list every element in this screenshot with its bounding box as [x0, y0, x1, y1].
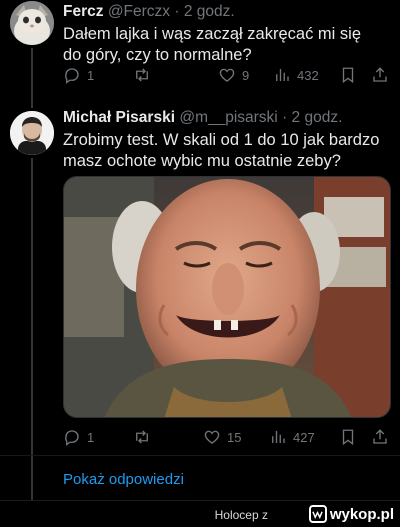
tweet[interactable]: Michał Pisarski @m__pisarski · 2 godz. Z…	[0, 100, 400, 527]
user-avatar[interactable]	[10, 111, 54, 155]
retweet-button[interactable]	[133, 426, 157, 448]
divider	[0, 455, 400, 456]
reply-count: 1	[87, 429, 95, 445]
views-count: 427	[293, 429, 315, 445]
reply-button[interactable]: 1	[63, 426, 94, 448]
author-name[interactable]: Fercz	[63, 3, 104, 20]
tweet-actions: 1 9 432	[63, 64, 393, 86]
author-handle[interactable]: @Ferczx	[108, 3, 170, 20]
retweet-icon	[136, 68, 148, 82]
views-icon	[276, 69, 289, 81]
share-icon	[373, 67, 387, 82]
bookmark-icon	[342, 429, 354, 446]
wykop-brand: wykop.pl	[329, 505, 394, 523]
watermark-separator: z	[262, 508, 268, 522]
thread-line	[31, 48, 33, 108]
smiling-man-photo-icon	[64, 177, 390, 417]
wykop-logo-icon	[308, 505, 327, 523]
retweet-button[interactable]	[133, 64, 157, 86]
tweet-text: Zrobimy test. W skali od 1 do 10 jak bar…	[63, 131, 380, 170]
bookmark-button[interactable]	[339, 64, 357, 86]
author-name[interactable]: Michał Pisarski	[63, 109, 175, 126]
share-icon	[373, 429, 387, 444]
bookmark-button[interactable]	[339, 426, 357, 448]
views-button[interactable]: 427	[269, 426, 315, 448]
tweet-header: Michał Pisarski @m__pisarski · 2 godz.	[63, 109, 342, 127]
user-avatar[interactable]	[10, 1, 54, 45]
tweet[interactable]: Fercz @Ferczx · 2 godz. Dałem lajka i wą…	[0, 0, 400, 108]
share-button[interactable]	[371, 426, 389, 448]
like-count: 15	[227, 429, 242, 445]
tweet-text: Dałem lajka i wąs zaczął zakręcać mi się…	[63, 25, 362, 64]
cat-avatar-icon	[10, 1, 54, 45]
watermark-bar: Holocep z wykop.pl	[0, 500, 400, 527]
heart-icon	[204, 430, 220, 444]
views-count: 432	[297, 67, 319, 83]
man-avatar-icon	[10, 111, 54, 155]
tweet-header: Fercz @Ferczx · 2 godz.	[63, 3, 235, 21]
views-button[interactable]: 432	[273, 64, 319, 86]
share-button[interactable]	[371, 64, 389, 86]
heart-icon	[219, 68, 235, 82]
views-icon	[272, 431, 285, 443]
reply-icon	[65, 430, 79, 446]
reply-count: 1	[87, 67, 95, 83]
reply-icon	[65, 68, 79, 84]
like-count: 9	[242, 67, 250, 83]
tweet-actions: 1 15 427	[63, 426, 393, 448]
tweet-time[interactable]: · 2 godz.	[174, 3, 234, 20]
retweet-icon	[136, 430, 148, 444]
like-button[interactable]: 9	[218, 64, 249, 86]
tweet-time[interactable]: · 2 godz.	[282, 109, 342, 126]
thread-line	[31, 158, 33, 527]
reply-button[interactable]: 1	[63, 64, 94, 86]
tweet-media[interactable]	[63, 176, 391, 418]
author-handle[interactable]: @m__pisarski	[179, 109, 277, 126]
bookmark-icon	[342, 67, 354, 84]
watermark-user: Holocep z	[215, 508, 268, 522]
show-replies-link[interactable]: Pokaż odpowiedzi	[63, 471, 184, 488]
wykop-logo: wykop.pl	[308, 505, 394, 523]
watermark-username: Holocep	[214, 508, 259, 522]
like-button[interactable]: 15	[203, 426, 241, 448]
